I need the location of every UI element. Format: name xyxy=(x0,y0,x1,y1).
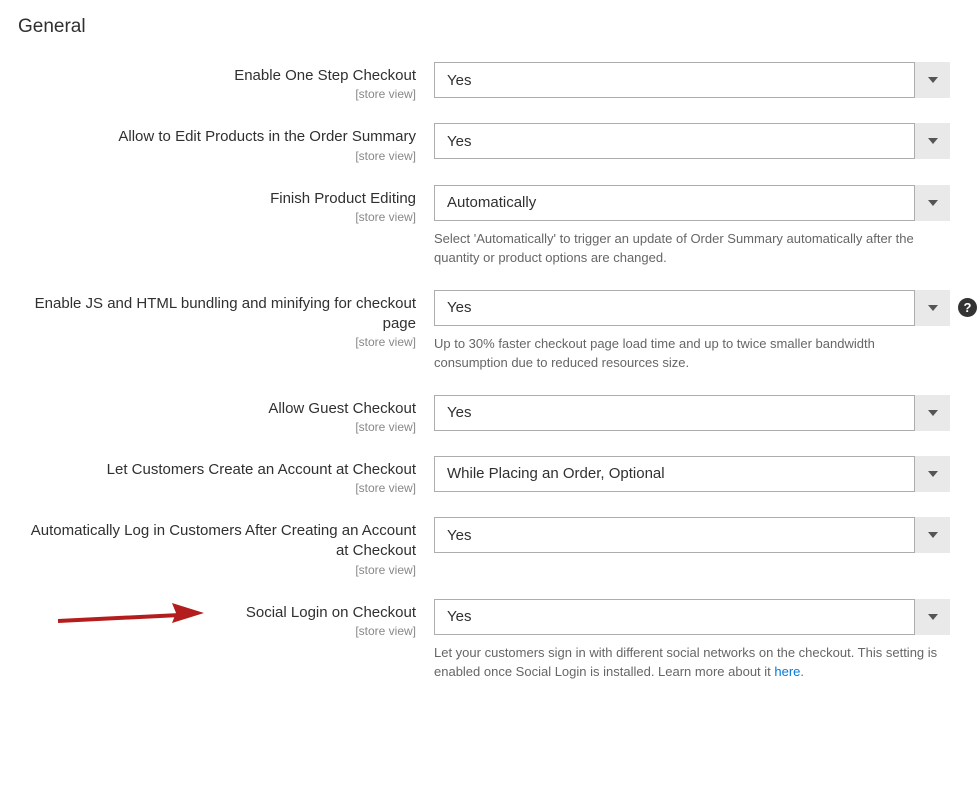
value-col: Yes xyxy=(434,395,950,431)
value-col: Yes xyxy=(434,517,950,553)
label-col: Allow Guest Checkout [store view] xyxy=(16,395,434,434)
select-value: Yes xyxy=(447,608,471,625)
field-create-account-at-checkout: Let Customers Create an Account at Check… xyxy=(16,456,964,495)
select-value: Yes xyxy=(447,299,471,316)
field-label: Allow Guest Checkout xyxy=(268,399,416,419)
field-label: Enable One Step Checkout xyxy=(234,66,416,86)
select-finish-edit[interactable]: Automatically xyxy=(434,185,950,221)
value-col: While Placing an Order, Optional xyxy=(434,456,950,492)
field-label: Allow to Edit Products in the Order Summ… xyxy=(118,127,416,147)
field-note: Let your customers sign in with differen… xyxy=(434,643,950,682)
field-auto-login-after-create: Automatically Log in Customers After Cre… xyxy=(16,517,964,577)
chevron-down-icon xyxy=(914,517,950,553)
value-col: Automatically Select 'Automatically' to … xyxy=(434,185,950,268)
help-icon[interactable]: ? xyxy=(958,298,977,317)
select-auto-login[interactable]: Yes xyxy=(434,517,950,553)
field-scope: [store view] xyxy=(16,210,416,224)
chevron-down-icon xyxy=(914,599,950,635)
select-social-login[interactable]: Yes xyxy=(434,599,950,635)
field-note: Select 'Automatically' to trigger an upd… xyxy=(434,229,950,268)
chevron-down-icon xyxy=(914,185,950,221)
chevron-down-icon xyxy=(914,456,950,492)
field-scope: [store view] xyxy=(16,563,416,577)
field-js-html-bundling: Enable JS and HTML bundling and minifyin… xyxy=(16,290,964,373)
chevron-down-icon xyxy=(914,62,950,98)
select-enable-osc[interactable]: Yes xyxy=(434,62,950,98)
value-col: Yes Let your customers sign in with diff… xyxy=(434,599,950,682)
field-label: Let Customers Create an Account at Check… xyxy=(107,460,416,480)
value-col: Yes xyxy=(434,123,950,159)
select-allow-edit[interactable]: Yes xyxy=(434,123,950,159)
field-label: Finish Product Editing xyxy=(270,189,416,209)
field-label: Automatically Log in Customers After Cre… xyxy=(16,521,416,562)
field-enable-one-step-checkout: Enable One Step Checkout [store view] Ye… xyxy=(16,62,964,101)
field-allow-edit-products: Allow to Edit Products in the Order Summ… xyxy=(16,123,964,162)
field-scope: [store view] xyxy=(16,87,416,101)
field-social-login-on-checkout: Social Login on Checkout [store view] Ye… xyxy=(16,599,964,682)
chevron-down-icon xyxy=(914,123,950,159)
select-value: Yes xyxy=(447,133,471,150)
select-value: Yes xyxy=(447,404,471,421)
select-value: Yes xyxy=(447,527,471,544)
field-allow-guest-checkout: Allow Guest Checkout [store view] Yes xyxy=(16,395,964,434)
label-col: Allow to Edit Products in the Order Summ… xyxy=(16,123,434,162)
label-col: Enable One Step Checkout [store view] xyxy=(16,62,434,101)
select-bundling[interactable]: Yes xyxy=(434,290,950,326)
label-col: Enable JS and HTML bundling and minifyin… xyxy=(16,290,434,350)
label-col: Automatically Log in Customers After Cre… xyxy=(16,517,434,577)
note-text: Let your customers sign in with differen… xyxy=(434,645,937,680)
select-create-account[interactable]: While Placing an Order, Optional xyxy=(434,456,950,492)
field-label: Enable JS and HTML bundling and minifyin… xyxy=(16,294,416,335)
field-note: Up to 30% faster checkout page load time… xyxy=(434,334,950,373)
note-link-here[interactable]: here xyxy=(774,664,800,679)
field-scope: [store view] xyxy=(16,624,416,638)
field-scope: [store view] xyxy=(16,481,416,495)
value-col: Yes Up to 30% faster checkout page load … xyxy=(434,290,950,373)
field-label: Social Login on Checkout xyxy=(246,603,416,623)
label-col: Let Customers Create an Account at Check… xyxy=(16,456,434,495)
field-finish-product-editing: Finish Product Editing [store view] Auto… xyxy=(16,185,964,268)
label-col: Finish Product Editing [store view] xyxy=(16,185,434,224)
field-scope: [store view] xyxy=(16,420,416,434)
select-value: Yes xyxy=(447,72,471,89)
chevron-down-icon xyxy=(914,395,950,431)
value-col: Yes xyxy=(434,62,950,98)
section-title: General xyxy=(16,12,964,38)
select-value: Automatically xyxy=(447,194,536,211)
note-suffix: . xyxy=(800,664,804,679)
chevron-down-icon xyxy=(914,290,950,326)
label-col: Social Login on Checkout [store view] xyxy=(16,599,434,638)
select-value: While Placing an Order, Optional xyxy=(447,465,665,482)
field-scope: [store view] xyxy=(16,149,416,163)
select-guest-checkout[interactable]: Yes xyxy=(434,395,950,431)
field-scope: [store view] xyxy=(16,335,416,349)
